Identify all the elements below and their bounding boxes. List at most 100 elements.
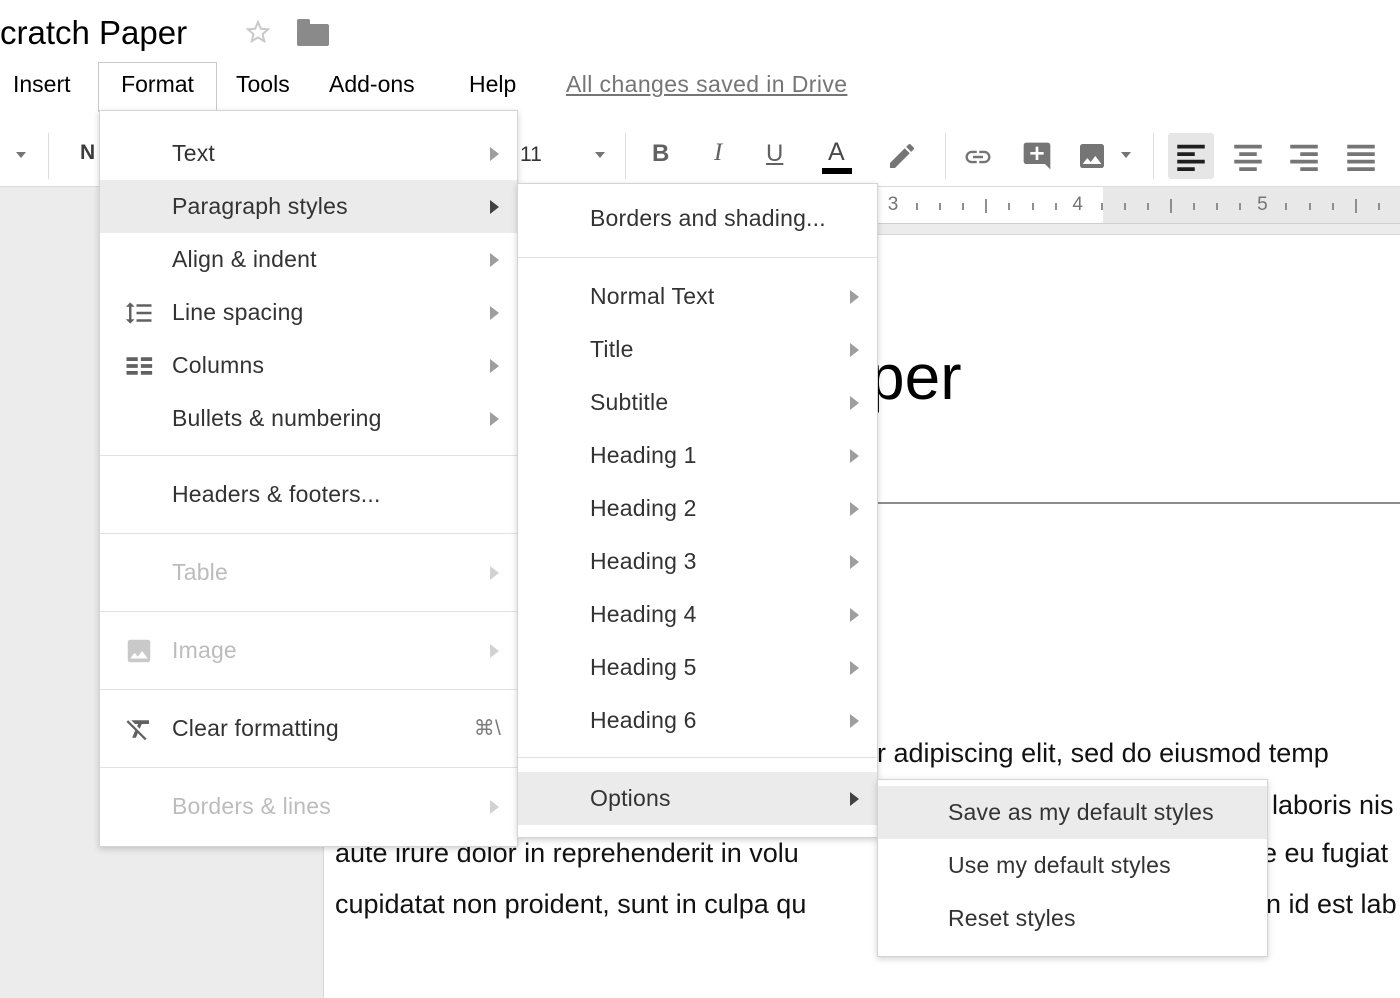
body-text-line[interactable]: e eu fugiat — [1262, 840, 1388, 867]
document-title-input[interactable]: cratch Paper — [0, 14, 187, 52]
submenu-arrow-icon — [490, 359, 499, 373]
insert-image-icon[interactable] — [1076, 140, 1108, 177]
ruler-tick — [1355, 199, 1357, 213]
chevron-down-icon[interactable] — [1121, 152, 1131, 158]
align-center-icon[interactable] — [1225, 133, 1271, 179]
menubar-addons[interactable]: Add-ons — [329, 71, 415, 98]
menu-item-subtitle[interactable]: Subtitle — [518, 376, 877, 429]
menu-item-label: Borders & lines — [172, 793, 331, 820]
bold-button[interactable]: B — [652, 140, 669, 168]
menu-item-label: Align & indent — [172, 246, 317, 273]
body-text-line[interactable]: laboris nis — [1272, 792, 1394, 819]
menu-item-label: Heading 2 — [590, 495, 697, 522]
folder-icon[interactable] — [297, 24, 329, 46]
menubar-format[interactable]: Format — [98, 62, 217, 112]
text-color-button[interactable]: A — [828, 138, 845, 167]
menu-item-heading-3[interactable]: Heading 3 — [518, 535, 877, 588]
menu-item-label: Heading 5 — [590, 654, 697, 681]
menu-item-heading-6[interactable]: Heading 6 — [518, 694, 877, 747]
menu-item-use-default-styles[interactable]: Use my default styles — [878, 839, 1267, 892]
menu-item-label: Use my default styles — [948, 852, 1171, 879]
submenu-arrow-icon — [850, 792, 859, 806]
ruler-tick — [1101, 203, 1103, 210]
body-text-line[interactable]: r adipiscing elit, sed do eiusmod temp — [877, 740, 1329, 767]
menu-separator — [518, 257, 877, 258]
menu-item-options[interactable]: Options — [518, 772, 877, 825]
toolbar-separator — [1153, 133, 1154, 179]
submenu-arrow-icon — [850, 449, 859, 463]
chevron-down-icon[interactable] — [595, 152, 605, 158]
align-right-icon[interactable] — [1281, 133, 1327, 179]
clear-formatting-icon — [122, 712, 156, 746]
menubar-insert[interactable]: Insert — [13, 71, 71, 98]
submenu-arrow-icon — [850, 661, 859, 675]
star-icon[interactable] — [243, 17, 273, 52]
submenu-arrow-icon — [850, 396, 859, 410]
add-comment-icon[interactable] — [1021, 140, 1053, 177]
columns-icon — [122, 349, 156, 383]
ruler-tick — [1124, 203, 1126, 210]
body-text-line[interactable]: cupidatat non proident, sunt in culpa qu — [335, 891, 806, 918]
ruler-tick — [1309, 203, 1311, 210]
toolbar-separator — [625, 133, 626, 179]
document-title-text[interactable]: per — [869, 345, 962, 409]
menu-item-columns[interactable]: Columns — [100, 339, 517, 392]
submenu-arrow-icon — [850, 343, 859, 357]
menu-item-normal-text[interactable]: Normal Text — [518, 270, 877, 323]
toolbar-separator — [945, 133, 946, 179]
menubar-help[interactable]: Help — [469, 71, 516, 98]
save-status-link[interactable]: All changes saved in Drive — [566, 71, 847, 98]
menu-item-heading-5[interactable]: Heading 5 — [518, 641, 877, 694]
italic-button[interactable]: I — [714, 139, 722, 167]
font-size-dropdown[interactable]: 11 — [520, 143, 542, 167]
menu-item-borders-shading[interactable]: Borders and shading... — [518, 192, 877, 245]
ruler-number: 5 — [1257, 194, 1268, 216]
menu-item-heading-1[interactable]: Heading 1 — [518, 429, 877, 482]
ruler-tick — [1193, 203, 1195, 210]
menu-item-line-spacing[interactable]: Line spacing — [100, 286, 517, 339]
menu-item-label: Options — [590, 785, 671, 812]
chevron-down-icon[interactable] — [16, 152, 26, 158]
image-icon — [122, 634, 156, 668]
menu-item-heading-2[interactable]: Heading 2 — [518, 482, 877, 535]
google-docs-app: per r adipiscing elit, sed do eiusmod te… — [0, 0, 1400, 998]
ruler-tick — [962, 203, 964, 210]
submenu-arrow-icon — [490, 253, 499, 267]
menu-item-clear-formatting[interactable]: Clear formatting ⌘\ — [100, 702, 517, 755]
ruler-tick — [1332, 203, 1334, 210]
menu-item-text[interactable]: Text — [100, 127, 517, 180]
menu-item-align-indent[interactable]: Align & indent — [100, 233, 517, 286]
ruler-tick — [939, 203, 941, 210]
ruler-tick — [1147, 203, 1149, 210]
menu-item-headers-footers[interactable]: Headers & footers... — [100, 468, 517, 521]
ruler-tick — [1170, 199, 1172, 213]
insert-link-icon[interactable] — [961, 142, 995, 177]
align-left-icon[interactable] — [1168, 133, 1214, 179]
ruler-tick — [1032, 203, 1034, 210]
submenu-arrow-icon — [490, 147, 499, 161]
submenu-arrow-icon — [490, 644, 499, 658]
body-text-line[interactable]: n id est lab — [1266, 891, 1397, 918]
menu-item-label: Image — [172, 637, 237, 664]
menu-item-title[interactable]: Title — [518, 323, 877, 376]
submenu-arrow-icon — [490, 200, 499, 214]
submenu-arrow-icon — [490, 800, 499, 814]
menu-item-label: Text — [172, 140, 215, 167]
menu-item-label: Columns — [172, 352, 264, 379]
format-menu: Text Paragraph styles Align & indent Lin… — [99, 110, 518, 847]
menu-item-save-default-styles[interactable]: Save as my default styles — [878, 786, 1267, 839]
keyboard-shortcut: ⌘\ — [474, 716, 501, 741]
underline-button[interactable]: U — [766, 140, 783, 168]
justify-icon[interactable] — [1338, 133, 1384, 179]
menubar-tools[interactable]: Tools — [236, 71, 290, 98]
menu-item-heading-4[interactable]: Heading 4 — [518, 588, 877, 641]
highlight-icon[interactable] — [886, 140, 918, 177]
menu-item-label: Reset styles — [948, 905, 1076, 932]
menu-item-bullets-numbering[interactable]: Bullets & numbering — [100, 392, 517, 445]
paragraph-styles-submenu: Borders and shading... Normal Text Title… — [517, 183, 878, 838]
text-color-swatch — [822, 168, 852, 174]
menu-item-reset-styles[interactable]: Reset styles — [878, 892, 1267, 945]
ruler-tick — [1378, 203, 1380, 210]
styles-dropdown[interactable]: N — [80, 141, 95, 165]
menu-item-paragraph-styles[interactable]: Paragraph styles — [100, 180, 517, 233]
